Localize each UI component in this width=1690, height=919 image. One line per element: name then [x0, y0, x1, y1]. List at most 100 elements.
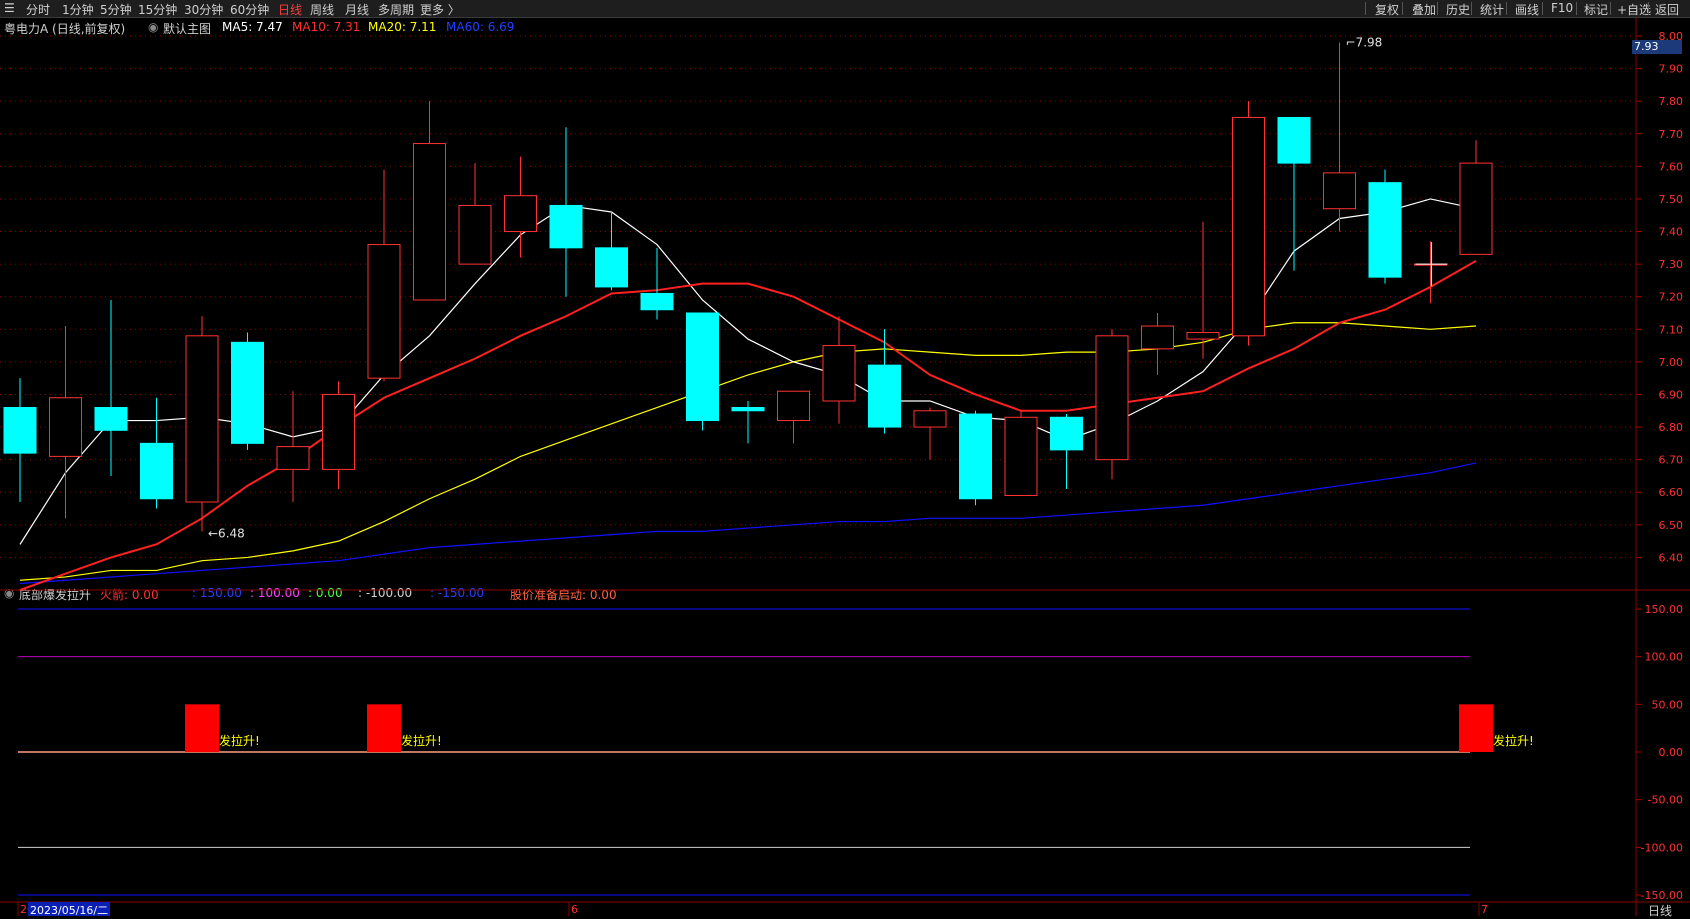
- cursor-date: 2023/05/16/二: [28, 902, 111, 917]
- candle-body: [1323, 172, 1356, 210]
- price-annotation: ←6.48: [208, 526, 245, 540]
- candle-body: [1186, 332, 1220, 340]
- toolbar-right-1[interactable]: 叠加: [1412, 1, 1436, 18]
- candle-body: [185, 335, 219, 503]
- price-tick-label: 6.50: [1659, 519, 1684, 532]
- price-annotation: ⌐7.98: [1346, 36, 1383, 50]
- indicator-tick-label: -150.00: [1641, 889, 1683, 902]
- toolbar-right-0[interactable]: 复权: [1375, 1, 1399, 18]
- candle-body: [322, 393, 355, 470]
- price-tick-label: 7.90: [1659, 63, 1684, 76]
- candle-body: [1004, 416, 1038, 496]
- price-tick-label: 6.80: [1659, 421, 1684, 434]
- toolbar-left-6[interactable]: 日线: [278, 1, 302, 18]
- toolbar-left-0[interactable]: 分时: [26, 1, 50, 18]
- candle-body: [231, 341, 264, 444]
- indicator-tick-label: -50.00: [1648, 794, 1683, 807]
- candle-body: [1232, 116, 1265, 337]
- toolbar-divider: [1576, 2, 1577, 15]
- price-tick-label: 7.00: [1659, 356, 1684, 369]
- candle-body: [3, 407, 37, 454]
- chart-canvas[interactable]: 8.007.907.807.707.607.507.407.307.207.10…: [0, 17, 1690, 916]
- candle-body: [1368, 182, 1402, 278]
- toolbar-divider: [1437, 2, 1438, 15]
- toolbar-divider: [1542, 2, 1543, 15]
- toolbar-left-5[interactable]: 60分钟: [230, 1, 269, 18]
- candle-body: [276, 446, 310, 470]
- candle-body: [822, 345, 856, 402]
- toolbar-left-2[interactable]: 5分钟: [100, 1, 132, 18]
- toolbar-divider: [1610, 2, 1611, 15]
- price-tick-label: 7.80: [1659, 95, 1684, 108]
- candle-body: [1095, 335, 1129, 461]
- toolbar-divider: [1365, 2, 1366, 15]
- period-toolbar: ☰ 分时 1分钟 5分钟 15分钟 30分钟 60分钟 日线 周线 月线 多周期 更多 〉 复权 叠加 历史…: [0, 0, 1690, 18]
- menu-icon[interactable]: ☰: [4, 1, 15, 15]
- toolbar-divider: [1402, 2, 1403, 15]
- signal-label: 发拉升!: [401, 733, 442, 748]
- price-tick-label: 6.90: [1659, 388, 1684, 401]
- indicator-tick-label: 50.00: [1652, 698, 1684, 711]
- price-tick-label: 7.40: [1659, 226, 1684, 239]
- candle-body: [458, 204, 492, 265]
- toolbar-right-3[interactable]: 统计: [1480, 1, 1504, 18]
- price-tick-label: 7.20: [1659, 291, 1684, 304]
- price-tick-label: 6.40: [1659, 551, 1684, 564]
- current-price-box: 7.93: [1632, 40, 1682, 54]
- toolbar-divider: [1648, 2, 1649, 15]
- candle-body: [959, 413, 992, 500]
- time-axis-label: 6: [571, 903, 578, 916]
- price-tick-label: 7.10: [1659, 323, 1684, 336]
- price-tick-label: 7.50: [1659, 193, 1684, 206]
- ma60-line: [19, 462, 1477, 585]
- toolbar-left-1[interactable]: 1分钟: [62, 1, 94, 18]
- time-axis-label: 7: [1481, 903, 1488, 916]
- indicator-tick-label: -100.00: [1641, 841, 1683, 854]
- price-tick-label: 7.30: [1659, 258, 1684, 271]
- signal-bar: [185, 704, 219, 752]
- signal-bar: [367, 704, 401, 752]
- candle-body: [731, 407, 765, 412]
- indicator-tick-label: 100.00: [1645, 651, 1684, 664]
- candle-body: [1277, 116, 1311, 164]
- toolbar-left-9[interactable]: 多周期: [378, 1, 414, 18]
- candle-body: [1141, 325, 1174, 350]
- candle-body: [1459, 162, 1493, 255]
- candle-body: [640, 292, 674, 311]
- toolbar-right-5[interactable]: F10: [1551, 1, 1573, 15]
- candle-body: [1050, 416, 1083, 451]
- candle-body: [413, 143, 446, 301]
- candle-body: [595, 247, 628, 288]
- candle-body: [367, 244, 401, 379]
- toolbar-right-6[interactable]: 标记: [1584, 1, 1608, 18]
- candle-body: [140, 442, 173, 500]
- toolbar-divider: [1506, 2, 1507, 15]
- price-tick-label: 6.60: [1659, 486, 1684, 499]
- toolbar-left-8[interactable]: 月线: [345, 1, 369, 18]
- toolbar-divider: [1471, 2, 1472, 15]
- candle-body: [94, 407, 128, 431]
- indicator-tick-label: 0.00: [1659, 746, 1684, 759]
- price-tick-label: 7.60: [1659, 160, 1684, 173]
- candle-body: [504, 195, 537, 233]
- toolbar-right-7[interactable]: +自选: [1617, 1, 1651, 18]
- candle-body: [868, 364, 901, 428]
- toolbar-right-2[interactable]: 历史: [1446, 1, 1470, 18]
- candle-body: [913, 410, 947, 428]
- price-tick-label: 7.70: [1659, 128, 1684, 141]
- toolbar-left-4[interactable]: 30分钟: [184, 1, 223, 18]
- price-tick-label: 6.70: [1659, 454, 1684, 467]
- signal-label: 发拉升!: [1493, 733, 1534, 748]
- candle-body: [686, 312, 719, 422]
- candle-body: [777, 390, 810, 422]
- period-label[interactable]: 日线: [1648, 902, 1672, 919]
- candle-body: [49, 397, 82, 457]
- indicator-tick-label: 150.00: [1645, 603, 1684, 616]
- toolbar-left-7[interactable]: 周线: [310, 1, 334, 18]
- signal-bar: [1459, 704, 1493, 752]
- signal-label: 发拉升!: [219, 733, 260, 748]
- toolbar-left-10[interactable]: 更多 〉: [420, 1, 460, 18]
- toolbar-right-4[interactable]: 画线: [1515, 1, 1539, 18]
- toolbar-left-3[interactable]: 15分钟: [138, 1, 177, 18]
- toolbar-right-8[interactable]: 返回: [1655, 1, 1679, 18]
